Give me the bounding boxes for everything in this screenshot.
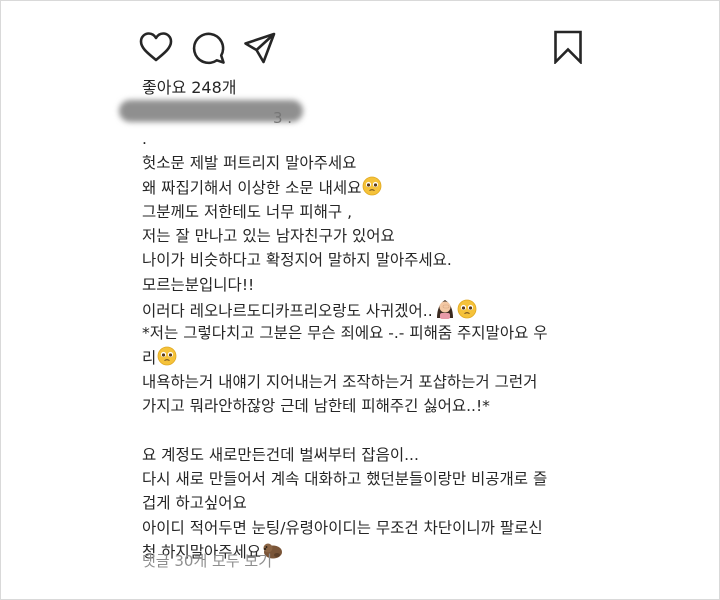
username-fragment: 3 . (273, 109, 293, 127)
comment-icon[interactable] (192, 31, 226, 65)
caption-line: 요 계정도 새로만든건데 벌써부터 잡음이... (142, 445, 419, 464)
instagram-post-frame: 좋아요 248개 3 . . 헛소문 제발 퍼트리지 말아주세요 왜 짜집기해서… (0, 0, 720, 600)
likes-count[interactable]: 좋아요 248개 (142, 74, 237, 98)
caption-line: 그분께도 저한테도 너무 피해구 , (142, 202, 353, 221)
caption-line: 내욕하는거 내얘기 지어내는거 조작하는거 포샵하는거 그런거 (142, 372, 538, 391)
caption-line: 아이디 적어두면 눈팅/유령아이디는 무조건 차단이니까 팔로신 (142, 518, 543, 537)
caption-line: 헛소문 제발 퍼트리지 말아주세요 (142, 154, 357, 173)
caption-line: 모르는분입니다!! (142, 275, 255, 294)
bookmark-icon[interactable] (553, 30, 583, 64)
share-icon[interactable] (243, 31, 277, 65)
caption-line: 저는 잘 만나고 있는 남자친구가 있어요 (142, 227, 395, 246)
caption-line: 왜 짜집기해서 이상한 소문 내세요 (142, 176, 592, 200)
caption-line: 겁게 하고싶어요 (142, 494, 247, 513)
caption-line: 나이가 비슷하다고 확정지어 말하지 말아주세요. (142, 251, 452, 270)
caption-line: 가지고 뭐라안하잖앙 근데 남한테 피해주긴 싫어요..!* (142, 397, 490, 416)
caption-line: *저는 그렇다치고 그분은 무슨 죄에요 -.- 피해줌 주지말아요 우 (142, 324, 548, 343)
view-all-comments-link[interactable]: 댓글 30개 모두 보기 (142, 550, 272, 571)
caption-line: . (142, 130, 147, 148)
caption-line: 이러다 레오나르도디카프리오랑도 사귀겠어.. (142, 297, 592, 321)
pleading-face-emoji-icon (362, 176, 382, 203)
heart-icon[interactable] (139, 31, 173, 63)
caption-line (142, 419, 592, 443)
pleading-face-emoji-icon (157, 346, 177, 373)
post-caption: . 헛소문 제발 퍼트리지 말아주세요 왜 짜집기해서 이상한 소문 내세요 그… (142, 127, 592, 564)
caption-line: 다시 새로 만들어서 계속 대화하고 했던분들이랑만 비공개로 즐 (142, 470, 548, 489)
caption-line: 리 (142, 346, 592, 370)
